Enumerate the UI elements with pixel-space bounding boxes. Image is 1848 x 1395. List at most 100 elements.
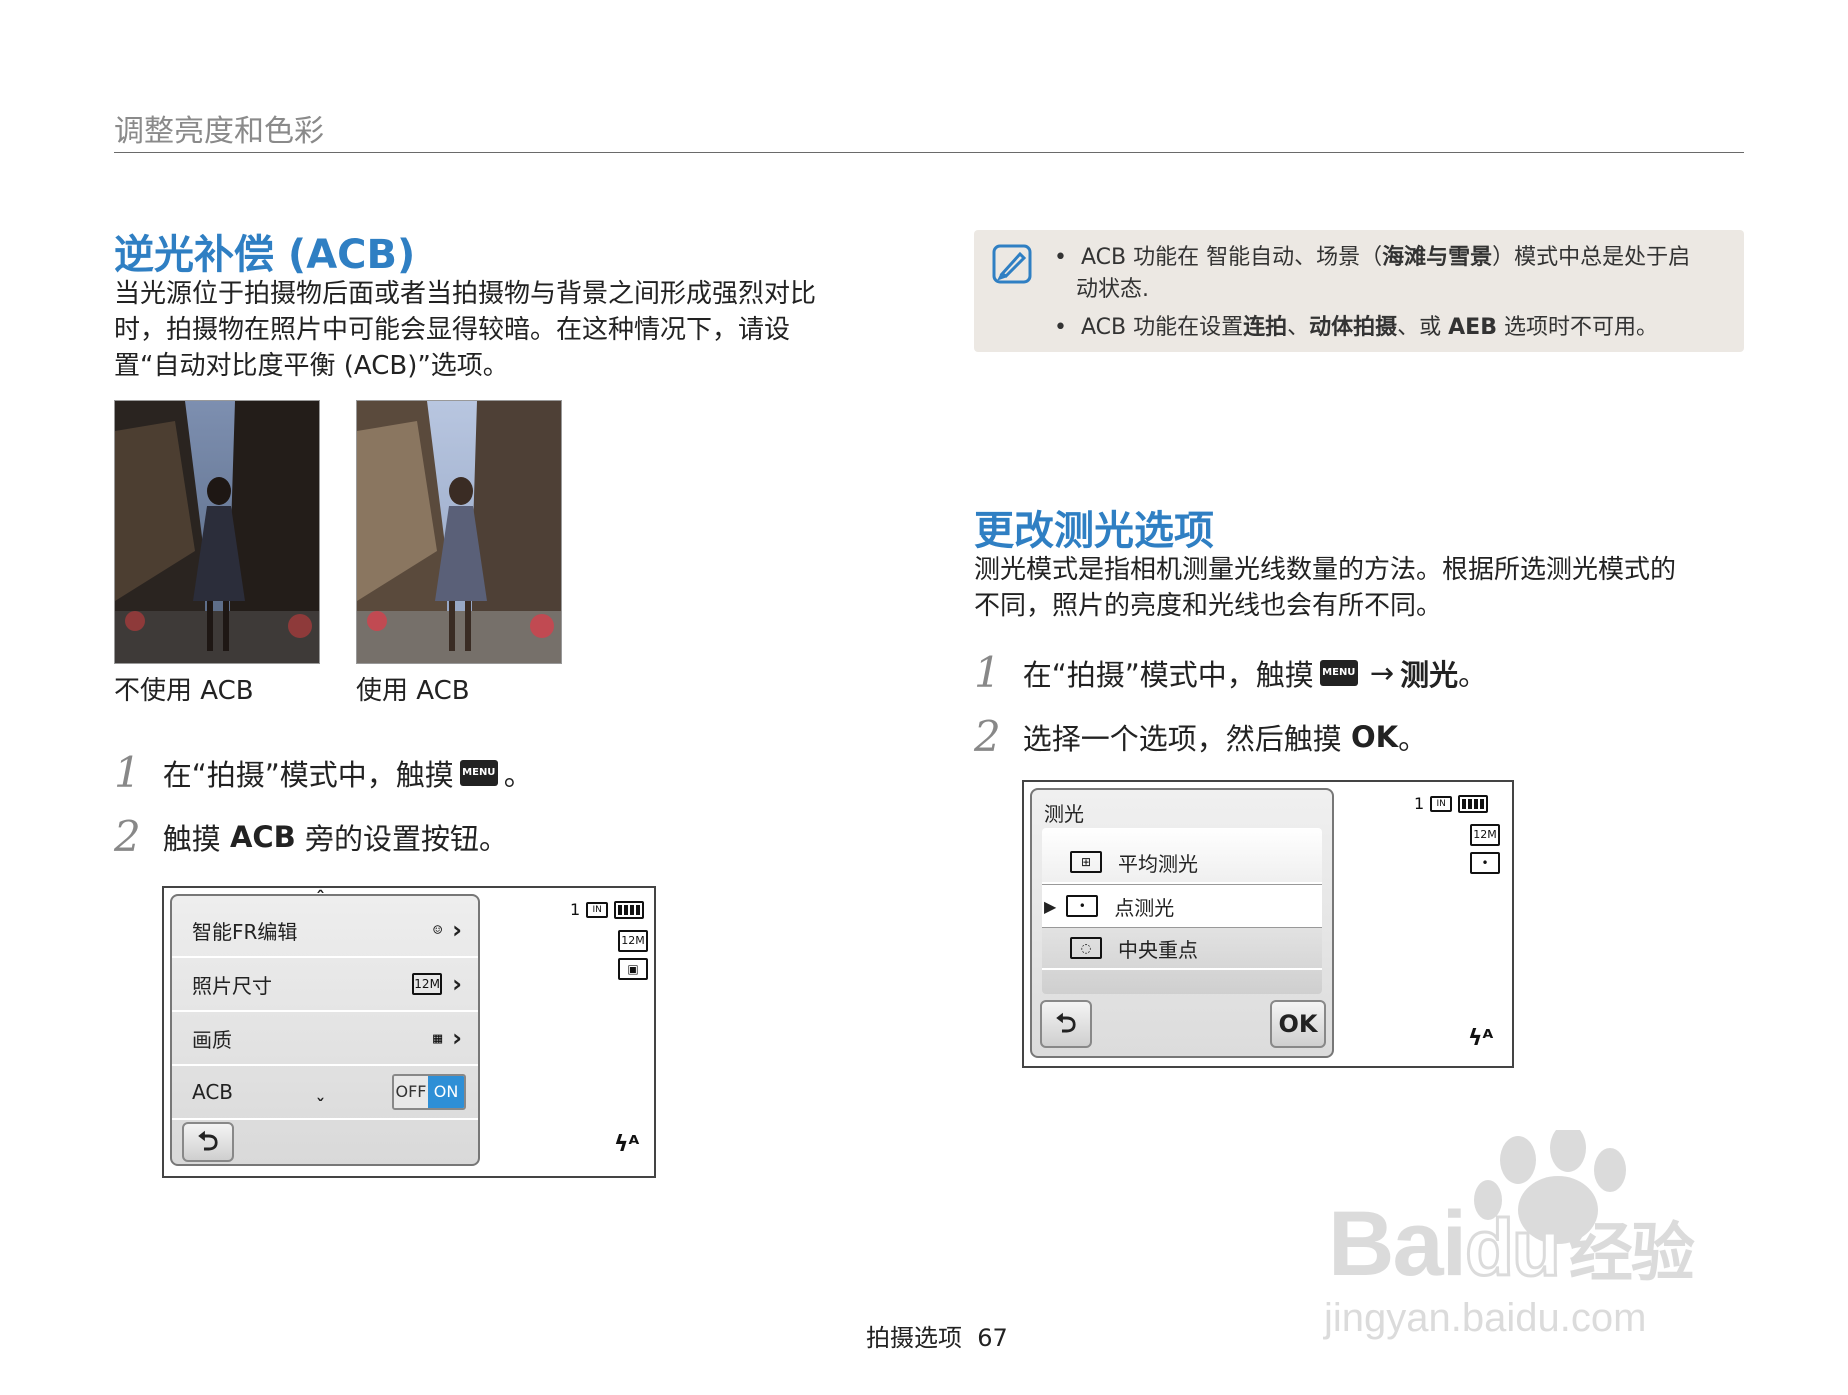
metering-title: 更改测光选项 — [974, 508, 1214, 554]
step-number: 2 — [114, 812, 141, 861]
acb-step-1: 1 在“拍摄”模式中，触摸 MENU 。 — [114, 748, 533, 797]
step-text-end: 。 — [1458, 657, 1488, 692]
setting-row-face-edit[interactable]: 智能FR编辑 ☺ › — [172, 904, 478, 958]
note-line-2: • ACB 功能在设置连拍、动体拍摄、或 AEB 选项时不可用。 — [1054, 312, 1734, 344]
chevron-right-icon: › — [452, 916, 462, 944]
settings-panel: ˆ 智能FR编辑 ☺ › 照片尺寸 12M › 画质 ▦ › ACB OFF O… — [170, 888, 480, 1166]
acb-step-2: 2 触摸 ACB 旁的设置按钮。 — [114, 812, 508, 861]
acb-toggle[interactable]: OFF ON — [392, 1074, 466, 1110]
page-number: 67 — [977, 1324, 1008, 1352]
battery-icon — [614, 900, 645, 919]
option-label: 平均测光 — [1118, 851, 1198, 876]
shot-count: 1 — [1414, 794, 1425, 813]
battery-icon — [1458, 794, 1489, 813]
section-title: 调整亮度和色彩 — [114, 114, 324, 149]
scroll-down-icon[interactable]: ˇ — [316, 1096, 325, 1117]
memory-icon: IN — [1430, 795, 1453, 812]
quality-icon: ▦ — [433, 1029, 443, 1047]
step-number: 1 — [114, 748, 141, 797]
shot-count: 1 — [570, 900, 581, 919]
setting-row-quality[interactable]: 画质 ▦ › — [172, 1012, 478, 1066]
note-text: ACB 功能在设置 — [1080, 315, 1244, 340]
step-text: 触摸 — [162, 821, 230, 856]
note-bold: 连拍 — [1243, 315, 1288, 340]
memory-icon: IN — [586, 901, 609, 918]
caption-with-acb: 使用 ACB — [356, 676, 470, 706]
step-text-end: 。 — [503, 757, 533, 792]
note-text: 选项时不可用。 — [1496, 315, 1658, 340]
chevron-right-icon: › — [452, 970, 462, 998]
back-button[interactable]: ⮌ — [1040, 1000, 1092, 1048]
face-edit-icon: ☺ — [433, 921, 443, 939]
option-center[interactable]: ◌ 中央重点 — [1042, 928, 1322, 970]
toggle-on[interactable]: ON — [428, 1076, 464, 1108]
option-list: ⊞ 平均测光 ▶ • 点测光 ◌ 中央重点 — [1042, 828, 1322, 994]
panel-title: 测光 — [1044, 802, 1084, 826]
spot-metering-icon: • — [1066, 895, 1099, 917]
step-text-end: 旁的设置按钮。 — [295, 821, 509, 856]
toggle-off[interactable]: OFF — [394, 1076, 428, 1108]
note-line-1: • ACB 功能在 智能自动、场景（海滩与雪景）模式中总是处于启 动状态. — [1054, 242, 1734, 306]
step-text: 在“拍摄”模式中，触摸 — [1022, 657, 1314, 692]
setting-row-photo-size[interactable]: 照片尺寸 12M › — [172, 958, 478, 1012]
acb-intro-line: 置“自动对比度平衡 (ACB)”选项。 — [114, 351, 509, 381]
watermark-brand-part: du — [1464, 1202, 1563, 1294]
watermark-brand: Baidu 经验 — [1328, 1192, 1695, 1297]
ok-button[interactable]: OK — [1270, 1000, 1326, 1048]
note-text: 、 — [1287, 315, 1310, 340]
setting-row-acb[interactable]: ACB OFF ON — [172, 1066, 478, 1120]
option-spot[interactable]: ▶ • 点测光 — [1042, 884, 1322, 928]
watermark-cn: 经验 — [1568, 1217, 1695, 1289]
caption-without-acb: 不使用 ACB — [114, 676, 254, 706]
step-bold: 测光 — [1400, 657, 1459, 692]
photo-with-acb — [356, 400, 562, 664]
setting-label: 照片尺寸 — [192, 973, 272, 998]
camera-screen-metering: 测光 ⊞ 平均测光 ▶ • 点测光 ◌ 中央重点 ⮌ OK 1 IN 12M •… — [1022, 780, 1514, 1068]
metering-step-1: 1 在“拍摄”模式中，触摸 MENU → 测光 。 — [974, 648, 1487, 697]
photo-size-icon: 12M — [412, 973, 443, 995]
flash-auto-icon: ϟᴬ — [614, 1132, 640, 1157]
status-bar: 1 IN — [570, 900, 645, 919]
status-bar: 1 IN — [1414, 794, 1489, 813]
section-header: 调整亮度和色彩 — [114, 112, 1744, 153]
metering-intro-line: 测光模式是指相机测量光线数量的方法。根据所选测光模式的 — [974, 555, 1677, 585]
note-box: • ACB 功能在 智能自动、场景（海滩与雪景）模式中总是处于启 动状态. • … — [974, 230, 1744, 352]
selected-marker-icon: ▶ — [1044, 896, 1057, 916]
spot-indicator-icon: • — [1470, 852, 1500, 874]
note-icon — [992, 244, 1032, 284]
camera-screen-acb: ˆ 智能FR编辑 ☺ › 照片尺寸 12M › 画质 ▦ › ACB OFF O… — [162, 886, 656, 1178]
note-text: 动状态. — [1076, 277, 1149, 302]
metering-intro: 测光模式是指相机测量光线数量的方法。根据所选测光模式的 不同，照片的亮度和光线也… — [974, 552, 1754, 624]
page-footer: 拍摄选项 67 — [866, 1318, 1008, 1353]
watermark-brand-part: Bai — [1328, 1193, 1467, 1295]
step-bold: OK — [1350, 719, 1399, 754]
average-metering-icon: ⊞ — [1070, 851, 1102, 873]
chevron-right-icon: › — [452, 1024, 462, 1052]
note-bold: 动体拍摄 — [1309, 315, 1398, 340]
option-average[interactable]: ⊞ 平均测光 — [1042, 842, 1322, 884]
metering-panel: 测光 ⊞ 平均测光 ▶ • 点测光 ◌ 中央重点 ⮌ OK — [1030, 788, 1334, 1058]
step-number: 2 — [974, 712, 1001, 761]
note-text: ）模式中总是处于启 — [1492, 245, 1691, 270]
size-indicator-icon: 12M — [618, 930, 648, 952]
center-weighted-icon: ◌ — [1070, 937, 1102, 959]
note-text: ACB 功能在 智能自动、场景（ — [1080, 245, 1383, 270]
metering-step-2: 2 选择一个选项，然后触摸 OK 。 — [974, 712, 1427, 761]
setting-label: ACB — [192, 1080, 234, 1104]
metering-intro-line: 不同，照片的亮度和光线也会有所不同。 — [974, 591, 1443, 621]
acb-intro: 当光源位于拍摄物后面或者当拍摄物与背景之间形成强烈对比 时，拍摄物在照片中可能会… — [114, 276, 894, 384]
arrow-icon: → — [1369, 655, 1395, 690]
step-text-end: 。 — [1398, 721, 1428, 756]
back-button[interactable]: ⮌ — [182, 1122, 234, 1162]
note-bold: AEB — [1448, 315, 1497, 340]
flash-auto-icon: ϟᴬ — [1468, 1026, 1494, 1051]
bullet: • — [1054, 315, 1081, 340]
step-bold: ACB — [229, 819, 296, 854]
menu-icon: MENU — [459, 759, 498, 786]
setting-label: 智能FR编辑 — [192, 919, 298, 944]
step-text: 选择一个选项，然后触摸 — [1022, 721, 1351, 756]
acb-intro-line: 时，拍摄物在照片中可能会显得较暗。在这种情况下，请设 — [114, 315, 791, 345]
baidu-watermark: Baidu 经验 jingyan.baidu.com — [1318, 1124, 1768, 1350]
step-text: 在“拍摄”模式中，触摸 — [162, 757, 454, 792]
acb-title: 逆光补偿 (ACB) — [114, 232, 416, 278]
